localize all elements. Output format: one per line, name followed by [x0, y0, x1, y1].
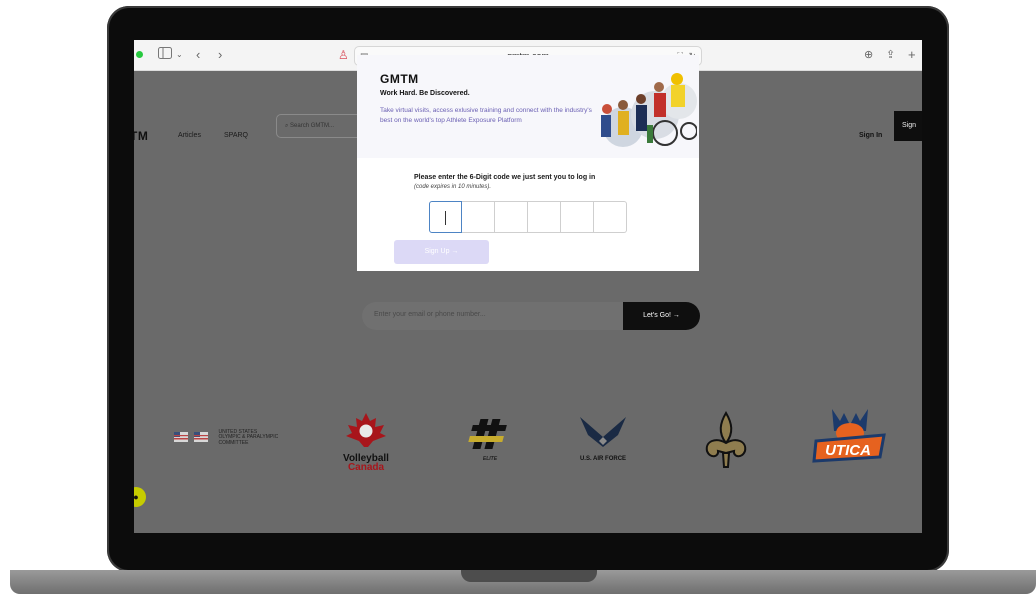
email-input[interactable]: Enter your email or phone number... Let'…: [362, 302, 700, 330]
partner-logos: UNITED STATES OLYMPIC & PARALYMPIC COMMI…: [134, 409, 922, 491]
usopc-logo: UNITED STATES OLYMPIC & PARALYMPIC COMMI…: [174, 429, 304, 447]
search-placeholder: Search GMTM...: [290, 123, 335, 129]
chevron-down-icon[interactable]: ⌄: [176, 46, 183, 64]
canada-text: Canada: [347, 462, 385, 473]
code-prompt: Please enter the 6-Digit code we just se…: [414, 174, 596, 181]
nav-signup-button[interactable]: Sign: [894, 111, 922, 141]
laptop-notch: [461, 570, 597, 582]
back-icon[interactable]: ‹: [196, 46, 200, 64]
site-logo[interactable]: TM: [134, 129, 148, 143]
nav-signin[interactable]: Sign In: [859, 132, 882, 139]
code-digit-4[interactable]: [528, 201, 561, 233]
email-placeholder: Enter your email or phone number...: [374, 311, 486, 318]
share-icon[interactable]: ⇪: [886, 46, 895, 64]
lets-go-button[interactable]: Let's Go! →: [623, 302, 700, 330]
utica-logo: UTICA: [808, 403, 892, 474]
elite-text: ELITE: [482, 456, 498, 462]
modal-tagline: Work Hard. Be Discovered.: [380, 90, 470, 97]
screen: ⌄ ‹ › ♙ ▤ gmtm.com ⛶ ↻ ⊕ ⇪ + TM Articles…: [134, 40, 922, 533]
text-caret: [445, 210, 446, 225]
usopc-line-3: COMMITTEE: [218, 439, 249, 446]
nav-articles[interactable]: Articles: [178, 132, 201, 139]
elite-logo: ELITE: [462, 417, 518, 462]
nav-sparq[interactable]: SPARQ: [224, 132, 248, 139]
verification-modal: GMTM Work Hard. Be Discovered. Take virt…: [357, 55, 699, 271]
saints-logo: [700, 411, 752, 476]
code-expiry-note: (code expires in 10 minutes).: [414, 184, 492, 190]
utica-text: UTICA: [825, 442, 871, 459]
new-tab-icon[interactable]: +: [908, 46, 916, 64]
privacy-icon[interactable]: ♙: [338, 46, 349, 64]
download-icon[interactable]: ⊕: [864, 46, 873, 64]
code-digit-6[interactable]: [594, 201, 627, 233]
modal-logo: GMTM: [380, 72, 419, 86]
code-digit-3[interactable]: [495, 201, 528, 233]
window-zoom-button[interactable]: [136, 51, 143, 58]
code-digit-2[interactable]: [462, 201, 495, 233]
search-icon: ⌕: [285, 123, 289, 129]
code-digit-1[interactable]: [429, 201, 462, 233]
forward-icon[interactable]: ›: [218, 46, 222, 64]
air-force-logo: U.S. AIR FORCE: [566, 415, 640, 462]
code-digit-5[interactable]: [561, 201, 594, 233]
athletes-image: [593, 65, 698, 156]
modal-header: GMTM Work Hard. Be Discovered. Take virt…: [357, 55, 699, 158]
volleyball-canada-logo: Volleyball Canada: [334, 411, 398, 473]
modal-description: Take virtual visits, access exlusive tra…: [380, 107, 592, 124]
signup-button[interactable]: Sign Up →: [394, 240, 489, 264]
code-input-group: [429, 201, 627, 233]
sidebar-icon[interactable]: [158, 46, 172, 64]
air-force-text: U.S. AIR FORCE: [579, 456, 627, 462]
